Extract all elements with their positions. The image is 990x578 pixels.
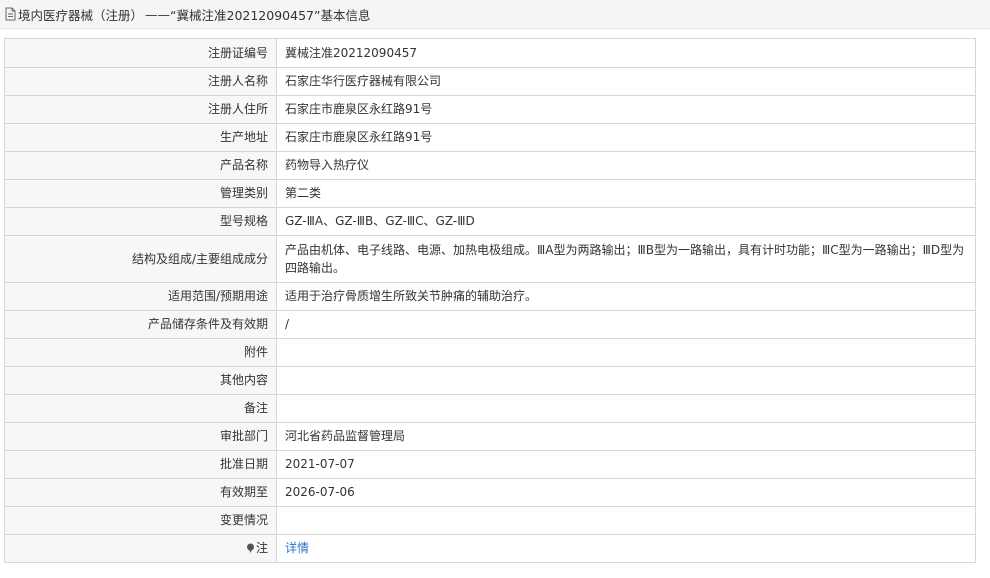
row-label: 管理类别 xyxy=(5,179,277,208)
row-value: 第二类 xyxy=(276,179,976,208)
row-label: 批准日期 xyxy=(5,450,277,479)
pin-icon xyxy=(246,543,254,553)
note-label: 注 xyxy=(255,541,268,555)
row-label: 适用范围/预期用途 xyxy=(5,282,277,311)
row-label: 产品储存条件及有效期 xyxy=(5,310,277,339)
header-suffix: 基本信息 xyxy=(320,7,371,23)
row-value: 冀械注准20212090457 xyxy=(276,39,976,68)
table-row: 批准日期 2021-07-07 xyxy=(5,450,976,479)
table-row: 型号规格 GZ-ⅢA、GZ-ⅢB、GZ-ⅢC、GZ-ⅢD xyxy=(5,207,976,236)
row-label: 审批部门 xyxy=(5,422,277,451)
row-label: 变更情况 xyxy=(5,506,277,535)
row-label: 结构及组成/主要组成成分 xyxy=(5,235,277,283)
row-value xyxy=(276,506,976,535)
row-value xyxy=(276,338,976,367)
row-label: 产品名称 xyxy=(5,151,277,180)
table-row-note: 注 详情 xyxy=(5,534,976,563)
header-registration-number: “冀械注准20212090457” xyxy=(170,7,321,23)
table-row: 附件 xyxy=(5,338,976,367)
table-row: 结构及组成/主要组成成分 产品由机体、电子线路、电源、加热电极组成。ⅢA型为两路… xyxy=(5,235,976,283)
table-row: 注册证编号 冀械注准20212090457 xyxy=(5,39,976,68)
row-value: 石家庄华行医疗器械有限公司 xyxy=(276,67,976,96)
row-value: 石家庄市鹿泉区永红路91号 xyxy=(276,95,976,124)
table-row: 备注 xyxy=(5,394,976,423)
table-row: 有效期至 2026-07-06 xyxy=(5,478,976,507)
row-label: 有效期至 xyxy=(5,478,277,507)
row-label: 备注 xyxy=(5,394,277,423)
info-table-wrapper: 注册证编号 冀械注准20212090457 注册人名称 石家庄华行医疗器械有限公… xyxy=(4,38,976,563)
document-icon xyxy=(5,7,16,21)
page-header: 境内医疗器械（注册） —— “冀械注准20212090457” 基本信息 xyxy=(0,0,990,29)
row-value: 药物导入热疗仪 xyxy=(276,151,976,180)
table-row: 注册人住所 石家庄市鹿泉区永红路91号 xyxy=(5,95,976,124)
row-label: 注册人名称 xyxy=(5,67,277,96)
row-value: 适用于治疗骨质增生所致关节肿痛的辅助治疗。 xyxy=(276,282,976,311)
row-label: 附件 xyxy=(5,338,277,367)
table-row: 变更情况 xyxy=(5,506,976,535)
table-row: 其他内容 xyxy=(5,366,976,395)
table-row: 适用范围/预期用途 适用于治疗骨质增生所致关节肿痛的辅助治疗。 xyxy=(5,282,976,311)
header-dash: —— xyxy=(145,6,171,22)
row-value xyxy=(276,394,976,423)
row-value: 2026-07-06 xyxy=(276,478,976,507)
row-label: 其他内容 xyxy=(5,366,277,395)
row-value: GZ-ⅢA、GZ-ⅢB、GZ-ⅢC、GZ-ⅢD xyxy=(276,207,976,236)
row-label: 注册人住所 xyxy=(5,95,277,124)
row-label: 注册证编号 xyxy=(5,39,277,68)
table-row: 注册人名称 石家庄华行医疗器械有限公司 xyxy=(5,67,976,96)
table-row: 生产地址 石家庄市鹿泉区永红路91号 xyxy=(5,123,976,152)
table-row: 产品名称 药物导入热疗仪 xyxy=(5,151,976,180)
table-row: 审批部门 河北省药品监督管理局 xyxy=(5,422,976,451)
header-category: 境内医疗器械（注册） xyxy=(18,7,144,23)
note-label-cell: 注 xyxy=(5,534,277,563)
table-row: 产品储存条件及有效期 / xyxy=(5,310,976,339)
row-value: 产品由机体、电子线路、电源、加热电极组成。ⅢA型为两路输出；ⅢB型为一路输出，具… xyxy=(276,235,976,283)
row-label: 型号规格 xyxy=(5,207,277,236)
row-label: 生产地址 xyxy=(5,123,277,152)
row-value: 河北省药品监督管理局 xyxy=(276,422,976,451)
row-value xyxy=(276,366,976,395)
row-value: 2021-07-07 xyxy=(276,450,976,479)
details-link[interactable]: 详情 xyxy=(285,541,309,555)
row-value: / xyxy=(276,310,976,339)
table-row: 管理类别 第二类 xyxy=(5,179,976,208)
info-table: 注册证编号 冀械注准20212090457 注册人名称 石家庄华行医疗器械有限公… xyxy=(5,39,976,563)
note-value-cell: 详情 xyxy=(276,534,976,563)
row-value: 石家庄市鹿泉区永红路91号 xyxy=(276,123,976,152)
